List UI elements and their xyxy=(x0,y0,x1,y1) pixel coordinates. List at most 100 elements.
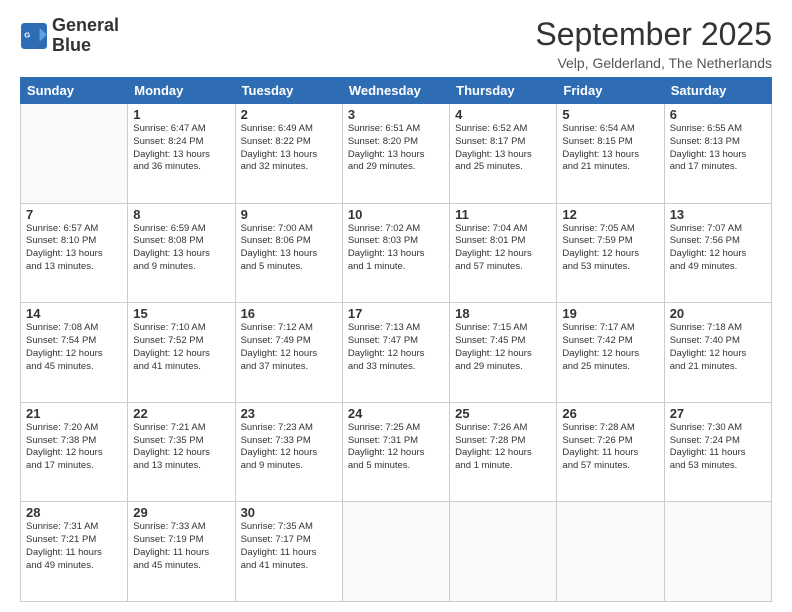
calendar-cell xyxy=(450,502,557,602)
cell-info: Sunrise: 7:10 AMSunset: 7:52 PMDaylight:… xyxy=(133,322,229,373)
calendar-week-3: 14Sunrise: 7:08 AMSunset: 7:54 PMDayligh… xyxy=(21,303,772,403)
calendar-cell: 9Sunrise: 7:00 AMSunset: 8:06 PMDaylight… xyxy=(235,203,342,303)
logo-line2: Blue xyxy=(52,36,119,56)
calendar-cell: 3Sunrise: 6:51 AMSunset: 8:20 PMDaylight… xyxy=(342,104,449,204)
cell-day-number: 18 xyxy=(455,306,551,321)
calendar-cell: 13Sunrise: 7:07 AMSunset: 7:56 PMDayligh… xyxy=(664,203,771,303)
calendar-page: G General Blue September 2025 Velp, Geld… xyxy=(0,0,792,612)
cell-info: Sunrise: 7:08 AMSunset: 7:54 PMDaylight:… xyxy=(26,322,122,373)
calendar-cell: 30Sunrise: 7:35 AMSunset: 7:17 PMDayligh… xyxy=(235,502,342,602)
cell-day-number: 30 xyxy=(241,505,337,520)
cell-day-number: 5 xyxy=(562,107,658,122)
cell-info: Sunrise: 7:05 AMSunset: 7:59 PMDaylight:… xyxy=(562,223,658,274)
calendar-cell: 12Sunrise: 7:05 AMSunset: 7:59 PMDayligh… xyxy=(557,203,664,303)
cell-info: Sunrise: 7:00 AMSunset: 8:06 PMDaylight:… xyxy=(241,223,337,274)
cell-info: Sunrise: 7:15 AMSunset: 7:45 PMDaylight:… xyxy=(455,322,551,373)
cell-info: Sunrise: 6:57 AMSunset: 8:10 PMDaylight:… xyxy=(26,223,122,274)
calendar-cell: 23Sunrise: 7:23 AMSunset: 7:33 PMDayligh… xyxy=(235,402,342,502)
cell-day-number: 8 xyxy=(133,207,229,222)
header-thursday: Thursday xyxy=(450,78,557,104)
calendar-cell: 22Sunrise: 7:21 AMSunset: 7:35 PMDayligh… xyxy=(128,402,235,502)
cell-day-number: 19 xyxy=(562,306,658,321)
cell-info: Sunrise: 7:02 AMSunset: 8:03 PMDaylight:… xyxy=(348,223,444,274)
cell-info: Sunrise: 7:07 AMSunset: 7:56 PMDaylight:… xyxy=(670,223,766,274)
subtitle: Velp, Gelderland, The Netherlands xyxy=(535,55,772,71)
calendar-cell: 24Sunrise: 7:25 AMSunset: 7:31 PMDayligh… xyxy=(342,402,449,502)
calendar-cell: 11Sunrise: 7:04 AMSunset: 8:01 PMDayligh… xyxy=(450,203,557,303)
calendar-week-2: 7Sunrise: 6:57 AMSunset: 8:10 PMDaylight… xyxy=(21,203,772,303)
header-tuesday: Tuesday xyxy=(235,78,342,104)
calendar-cell: 14Sunrise: 7:08 AMSunset: 7:54 PMDayligh… xyxy=(21,303,128,403)
cell-day-number: 17 xyxy=(348,306,444,321)
header-wednesday: Wednesday xyxy=(342,78,449,104)
cell-info: Sunrise: 7:23 AMSunset: 7:33 PMDaylight:… xyxy=(241,422,337,473)
cell-info: Sunrise: 7:17 AMSunset: 7:42 PMDaylight:… xyxy=(562,322,658,373)
calendar-cell xyxy=(342,502,449,602)
cell-day-number: 11 xyxy=(455,207,551,222)
calendar-week-5: 28Sunrise: 7:31 AMSunset: 7:21 PMDayligh… xyxy=(21,502,772,602)
cell-day-number: 9 xyxy=(241,207,337,222)
cell-day-number: 10 xyxy=(348,207,444,222)
cell-day-number: 13 xyxy=(670,207,766,222)
cell-info: Sunrise: 7:21 AMSunset: 7:35 PMDaylight:… xyxy=(133,422,229,473)
cell-info: Sunrise: 7:04 AMSunset: 8:01 PMDaylight:… xyxy=(455,223,551,274)
calendar-week-1: 1Sunrise: 6:47 AMSunset: 8:24 PMDaylight… xyxy=(21,104,772,204)
calendar-cell: 7Sunrise: 6:57 AMSunset: 8:10 PMDaylight… xyxy=(21,203,128,303)
calendar-cell: 27Sunrise: 7:30 AMSunset: 7:24 PMDayligh… xyxy=(664,402,771,502)
cell-day-number: 28 xyxy=(26,505,122,520)
main-title: September 2025 xyxy=(535,16,772,53)
calendar-table: SundayMondayTuesdayWednesdayThursdayFrid… xyxy=(20,77,772,602)
cell-info: Sunrise: 6:52 AMSunset: 8:17 PMDaylight:… xyxy=(455,123,551,174)
header-saturday: Saturday xyxy=(664,78,771,104)
cell-info: Sunrise: 7:18 AMSunset: 7:40 PMDaylight:… xyxy=(670,322,766,373)
calendar-cell: 5Sunrise: 6:54 AMSunset: 8:15 PMDaylight… xyxy=(557,104,664,204)
cell-info: Sunrise: 7:30 AMSunset: 7:24 PMDaylight:… xyxy=(670,422,766,473)
cell-day-number: 25 xyxy=(455,406,551,421)
cell-day-number: 22 xyxy=(133,406,229,421)
cell-day-number: 20 xyxy=(670,306,766,321)
calendar-cell xyxy=(557,502,664,602)
cell-day-number: 1 xyxy=(133,107,229,122)
cell-day-number: 26 xyxy=(562,406,658,421)
cell-day-number: 15 xyxy=(133,306,229,321)
cell-info: Sunrise: 7:26 AMSunset: 7:28 PMDaylight:… xyxy=(455,422,551,473)
cell-info: Sunrise: 6:47 AMSunset: 8:24 PMDaylight:… xyxy=(133,123,229,174)
cell-day-number: 7 xyxy=(26,207,122,222)
cell-info: Sunrise: 7:33 AMSunset: 7:19 PMDaylight:… xyxy=(133,521,229,572)
title-section: September 2025 Velp, Gelderland, The Net… xyxy=(535,16,772,71)
calendar-cell: 6Sunrise: 6:55 AMSunset: 8:13 PMDaylight… xyxy=(664,104,771,204)
cell-day-number: 21 xyxy=(26,406,122,421)
logo-icon: G xyxy=(20,22,48,50)
cell-info: Sunrise: 7:12 AMSunset: 7:49 PMDaylight:… xyxy=(241,322,337,373)
cell-day-number: 2 xyxy=(241,107,337,122)
logo-text: General Blue xyxy=(52,16,119,56)
calendar-cell: 21Sunrise: 7:20 AMSunset: 7:38 PMDayligh… xyxy=(21,402,128,502)
cell-day-number: 16 xyxy=(241,306,337,321)
calendar-cell xyxy=(21,104,128,204)
cell-day-number: 14 xyxy=(26,306,122,321)
calendar-cell: 26Sunrise: 7:28 AMSunset: 7:26 PMDayligh… xyxy=(557,402,664,502)
cell-info: Sunrise: 7:25 AMSunset: 7:31 PMDaylight:… xyxy=(348,422,444,473)
calendar-cell: 17Sunrise: 7:13 AMSunset: 7:47 PMDayligh… xyxy=(342,303,449,403)
logo: G General Blue xyxy=(20,16,119,56)
cell-info: Sunrise: 6:51 AMSunset: 8:20 PMDaylight:… xyxy=(348,123,444,174)
cell-info: Sunrise: 7:20 AMSunset: 7:38 PMDaylight:… xyxy=(26,422,122,473)
calendar-week-4: 21Sunrise: 7:20 AMSunset: 7:38 PMDayligh… xyxy=(21,402,772,502)
calendar-cell: 25Sunrise: 7:26 AMSunset: 7:28 PMDayligh… xyxy=(450,402,557,502)
cell-day-number: 27 xyxy=(670,406,766,421)
cell-info: Sunrise: 6:54 AMSunset: 8:15 PMDaylight:… xyxy=(562,123,658,174)
cell-day-number: 23 xyxy=(241,406,337,421)
calendar-cell: 29Sunrise: 7:33 AMSunset: 7:19 PMDayligh… xyxy=(128,502,235,602)
calendar-header-row: SundayMondayTuesdayWednesdayThursdayFrid… xyxy=(21,78,772,104)
calendar-cell xyxy=(664,502,771,602)
cell-info: Sunrise: 6:49 AMSunset: 8:22 PMDaylight:… xyxy=(241,123,337,174)
calendar-cell: 2Sunrise: 6:49 AMSunset: 8:22 PMDaylight… xyxy=(235,104,342,204)
calendar-cell: 10Sunrise: 7:02 AMSunset: 8:03 PMDayligh… xyxy=(342,203,449,303)
cell-day-number: 3 xyxy=(348,107,444,122)
cell-day-number: 29 xyxy=(133,505,229,520)
header: G General Blue September 2025 Velp, Geld… xyxy=(20,16,772,71)
calendar-cell: 19Sunrise: 7:17 AMSunset: 7:42 PMDayligh… xyxy=(557,303,664,403)
cell-info: Sunrise: 7:35 AMSunset: 7:17 PMDaylight:… xyxy=(241,521,337,572)
svg-text:G: G xyxy=(24,30,30,39)
calendar-cell: 18Sunrise: 7:15 AMSunset: 7:45 PMDayligh… xyxy=(450,303,557,403)
